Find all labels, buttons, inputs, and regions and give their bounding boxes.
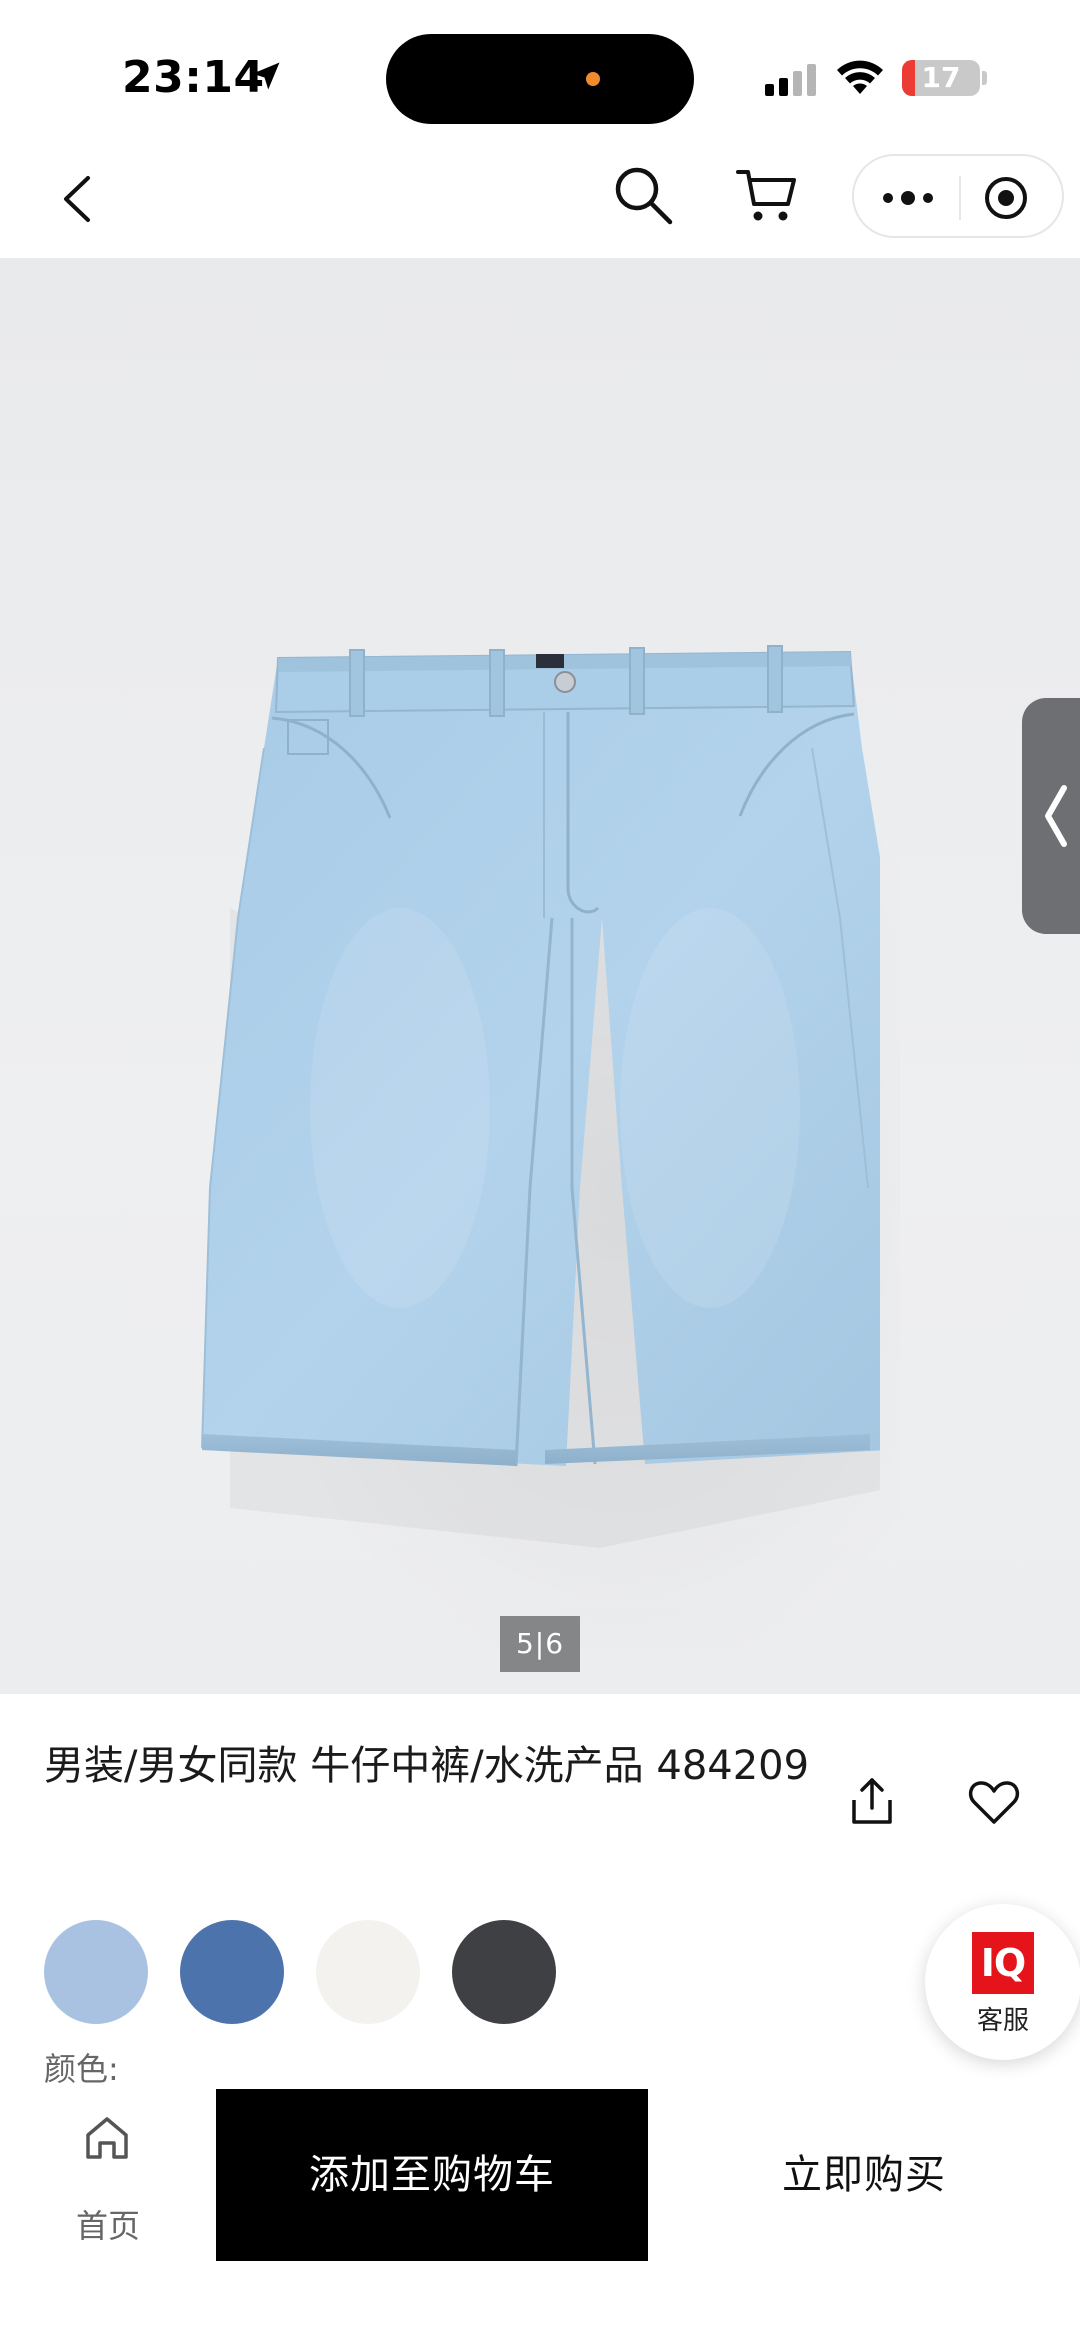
pager-total: 6 [545,1627,565,1660]
pager-separator: | [534,1627,546,1660]
image-pager: 5|6 [500,1616,580,1672]
swatch-black[interactable] [452,1920,556,2024]
chevron-left-icon [1045,785,1067,847]
swatch-off-white[interactable] [316,1920,420,2024]
home-label: 首页 [75,2207,140,2245]
location-arrow-icon [252,62,280,90]
more-dots-icon[interactable] [876,176,940,220]
battery-cap [982,71,987,85]
cart-icon[interactable] [736,164,798,226]
battery-icon: 17 [902,60,980,96]
iq-logo-icon: IQ [972,1932,1034,1994]
buy-now-button[interactable]: 立即购买 [648,2089,1080,2261]
search-icon[interactable] [610,162,676,228]
status-bar: 23:14 17 [0,0,1080,140]
add-to-cart-button[interactable]: 添加至购物车 [216,2089,648,2261]
signal-icon [765,64,816,96]
bottom-action-bar: 首页 添加至购物车 立即购买 [0,2089,1080,2347]
dynamic-island [386,34,694,124]
wifi-icon [837,60,883,94]
heart-icon[interactable] [966,1774,1022,1830]
close-target-icon[interactable] [982,174,1030,222]
product-title: 男装/男女同款 牛仔中裤/水洗产品 484209 [44,1743,810,1789]
navigation-bar [0,140,1080,258]
side-drawer-tab[interactable] [1022,698,1080,934]
service-logo-text: IQ [980,1941,1026,1985]
product-image [201,645,880,1548]
product-info: 男装/男女同款 牛仔中裤/水洗产品 484209 颜色: [0,1694,1080,2089]
swatch-blue[interactable] [180,1920,284,2024]
home-icon [86,2117,128,2159]
customer-service-button[interactable]: IQ 客服 [925,1904,1080,2060]
capsule-divider [959,176,961,220]
recording-indicator-icon [586,72,600,86]
battery-level: 17 [921,61,961,94]
color-label: 颜色: [44,2050,119,2088]
back-arrow-icon[interactable] [52,164,112,234]
pager-current: 5 [515,1627,535,1660]
status-time: 23:14 [122,52,265,103]
service-label: 客服 [976,2006,1029,2036]
product-image-gallery[interactable]: 5|6 [0,258,1080,1694]
home-tab[interactable]: 首页 [30,2089,186,2269]
swatch-light-blue[interactable] [44,1920,148,2024]
mini-program-capsule [852,154,1064,238]
share-icon[interactable] [844,1774,900,1830]
